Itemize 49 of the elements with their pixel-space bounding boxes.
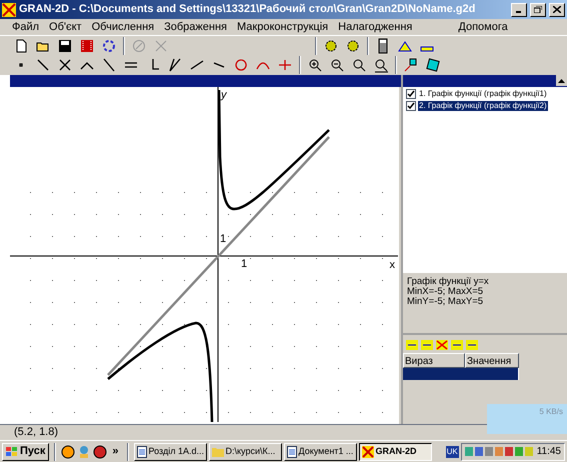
taskbar-button[interactable]: Розділ 1А.d... bbox=[134, 442, 206, 460]
taskbar-button[interactable]: D:\курси\К... bbox=[208, 442, 282, 460]
column-header[interactable]: Вираз bbox=[403, 353, 465, 368]
app-icon[interactable] bbox=[61, 444, 76, 458]
document-icon bbox=[136, 446, 146, 458]
menu-item[interactable]: Зображення bbox=[164, 18, 227, 36]
app-logo-icon bbox=[2, 2, 16, 16]
close-icon bbox=[553, 6, 561, 13]
checkbox[interactable] bbox=[406, 89, 416, 99]
taskbar-button[interactable]: GRAN-2D bbox=[358, 442, 432, 460]
delete-icon[interactable] bbox=[436, 340, 448, 350]
menu-item[interactable]: Допомога bbox=[458, 18, 508, 36]
language-indicator[interactable]: UK bbox=[446, 446, 459, 458]
menu-item[interactable]: Макроконструкція bbox=[237, 18, 328, 36]
app-logo-icon bbox=[362, 446, 374, 458]
folder-icon bbox=[212, 446, 224, 456]
window-title: GRAN-2D - C:\Documents and Settings\13321\Рабочий стол\Gran\Gran2D\NoName.g2d bbox=[19, 2, 476, 18]
info-text: MinY=-5; MaxY=5 bbox=[407, 297, 484, 307]
menu-item[interactable]: Об'єкт bbox=[49, 18, 82, 36]
graph-canvas[interactable]: y 1 1 x bbox=[10, 87, 398, 424]
start-button[interactable]: Пуск bbox=[2, 442, 50, 460]
menu-item[interactable]: Файл bbox=[12, 18, 40, 36]
clock: 11:45 bbox=[536, 445, 561, 459]
meter-text: 5 KB/s bbox=[539, 406, 563, 418]
axis-label: x bbox=[390, 258, 395, 273]
windows-logo-icon bbox=[6, 446, 18, 456]
more-button[interactable]: » bbox=[109, 443, 122, 460]
tray-icon[interactable] bbox=[474, 446, 483, 457]
tick-label: 1 bbox=[241, 257, 248, 272]
tray-icon[interactable] bbox=[504, 446, 513, 457]
column-header[interactable]: Значення bbox=[465, 353, 519, 368]
info-text: Графік функції y=x bbox=[407, 277, 490, 287]
list-item[interactable]: 2. Графік функції (графік функції2) bbox=[418, 101, 548, 111]
axis-label: y bbox=[221, 88, 226, 103]
minimize-button[interactable] bbox=[511, 2, 527, 16]
scroll-up-icon[interactable] bbox=[558, 78, 565, 82]
checkbox[interactable] bbox=[406, 101, 416, 111]
tick-label: 1 bbox=[220, 232, 226, 247]
menu-item[interactable]: Налагодження bbox=[338, 18, 412, 36]
close-button[interactable] bbox=[549, 2, 565, 16]
status-text: (5.2, 1.8) bbox=[14, 425, 58, 440]
list-item[interactable]: 1. Графік функції (графік функції1) bbox=[418, 89, 548, 99]
info-text: MinX=-5; MaxX=5 bbox=[407, 287, 484, 297]
restore-icon bbox=[534, 6, 542, 13]
menu-item[interactable]: Обчислення bbox=[92, 18, 154, 36]
app-icon[interactable] bbox=[93, 444, 108, 458]
restore-button[interactable] bbox=[530, 2, 546, 16]
taskbar-button[interactable]: Документ1 ... bbox=[284, 442, 356, 460]
document-icon bbox=[286, 446, 296, 458]
